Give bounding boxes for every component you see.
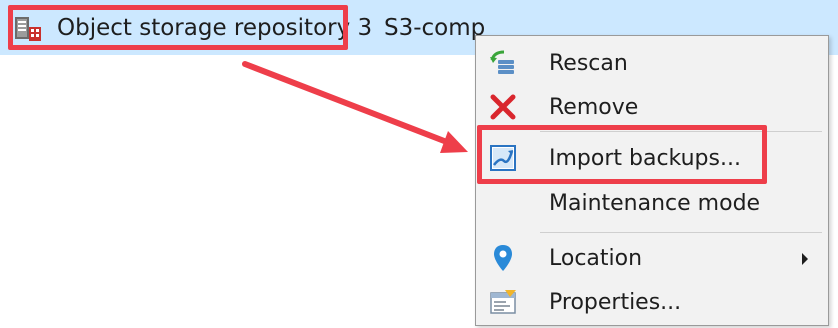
- menu-label-location: Location: [549, 246, 643, 271]
- menu-label-remove: Remove: [549, 95, 639, 120]
- menu-label-rescan: Rescan: [549, 51, 628, 76]
- menu-item-rescan[interactable]: Rescan: [476, 44, 828, 84]
- menu-label-properties: Properties...: [549, 290, 682, 315]
- menu-separator: [540, 232, 822, 233]
- rescan-icon: [488, 48, 518, 78]
- submenu-arrow-icon: [802, 253, 808, 265]
- menu-item-remove[interactable]: Remove: [476, 88, 828, 128]
- location-pin-icon: [488, 243, 518, 273]
- highlight-box-import-backups: [477, 125, 767, 184]
- repository-type: S3-comp: [384, 15, 486, 41]
- remove-icon: [488, 92, 518, 122]
- highlight-box-row: [8, 5, 348, 50]
- menu-item-location[interactable]: Location: [476, 239, 828, 279]
- menu-item-maintenance-mode[interactable]: Maintenance mode: [476, 184, 828, 224]
- menu-label-maintenance-mode: Maintenance mode: [549, 191, 761, 216]
- menu-item-properties[interactable]: Properties...: [476, 283, 828, 323]
- properties-icon: [488, 287, 518, 317]
